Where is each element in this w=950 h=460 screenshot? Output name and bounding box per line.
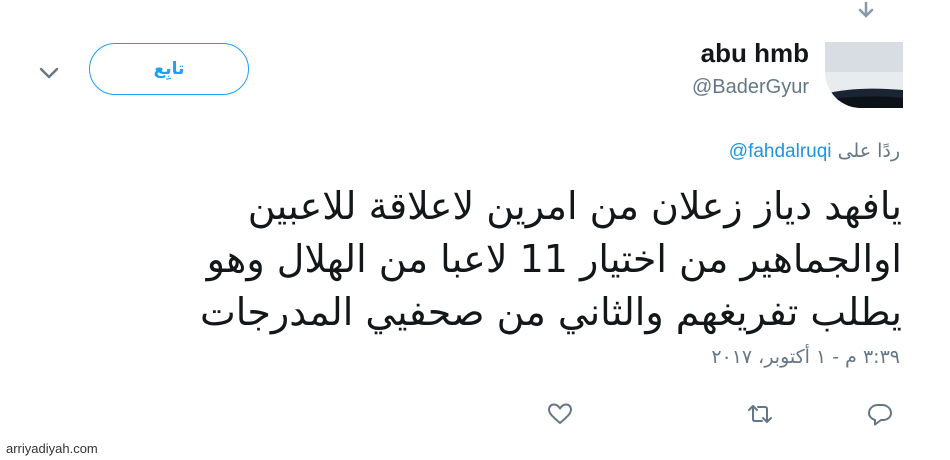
avatar-image [825, 42, 903, 108]
reply-context: ردًا على @fahdalruqi [729, 140, 900, 163]
tweet-timestamp[interactable]: ٣:٣٩ م - ١ أكتوبر، ٢٠١٧ [711, 346, 900, 368]
watermark: arriyadiyah.com [6, 441, 98, 456]
reply-prefix: ردًا على [837, 140, 900, 162]
caret-down-icon[interactable] [858, 2, 874, 22]
follow-button[interactable]: تابِع [89, 43, 249, 95]
chevron-down-icon[interactable] [36, 60, 62, 86]
reply-mention-link[interactable]: @fahdalruqi [729, 141, 832, 162]
display-name[interactable]: abu hmb [701, 38, 809, 69]
tweet-line: اوالجماهير من اختيار 11 لاعبا من الهلال … [206, 237, 902, 281]
tweet-line: يافهد دياز زعلان من امرين لاعلاقة للاعبي… [247, 184, 902, 228]
tweet-line: يطلب تفريغهم والثاني من صحفيي المدرجات [200, 290, 902, 334]
heart-icon[interactable] [546, 400, 574, 428]
follow-button-label: تابِع [153, 59, 185, 79]
reply-icon[interactable] [866, 400, 894, 428]
retweet-icon[interactable] [746, 400, 774, 428]
tweet-text: يافهد دياز زعلان من امرين لاعلاقة للاعبي… [112, 180, 902, 339]
avatar[interactable] [825, 42, 903, 108]
user-handle[interactable]: @BaderGyur [692, 76, 809, 99]
